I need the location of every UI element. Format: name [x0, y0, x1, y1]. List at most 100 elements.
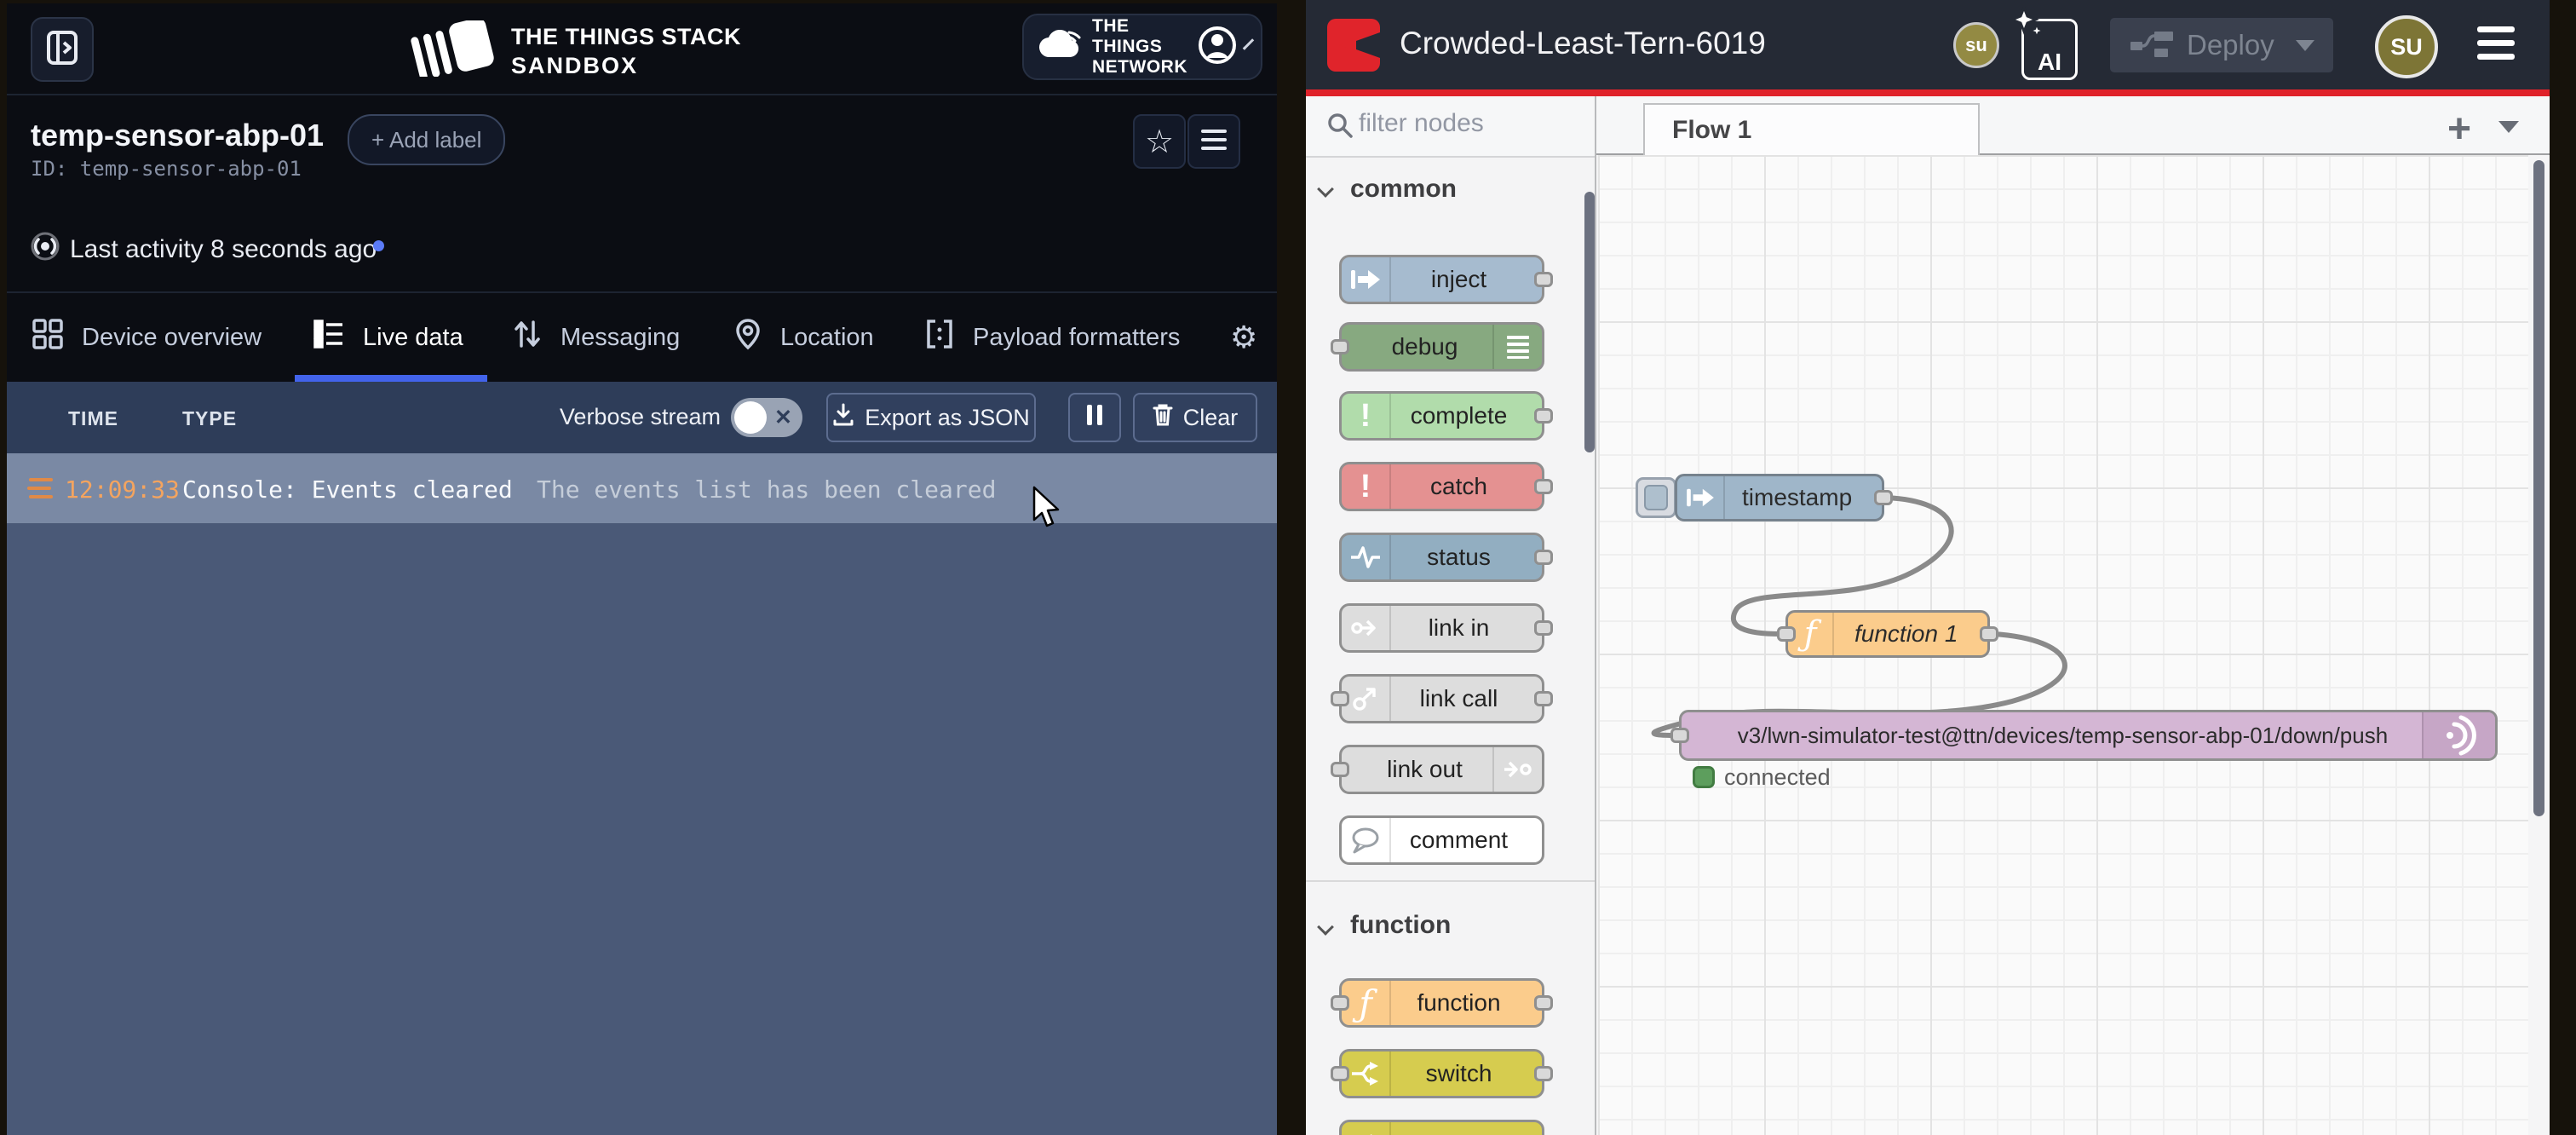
flow-node-timestamp[interactable]: timestamp — [1675, 474, 1884, 521]
tab-device-overview[interactable]: Device overview — [32, 293, 262, 382]
activity-status-dot — [373, 240, 384, 251]
sidebar-toggle-button[interactable] — [31, 17, 94, 82]
node-palette: common inject debug ! complete ! — [1306, 96, 1596, 1135]
palette-node-status[interactable]: status — [1339, 533, 1544, 582]
bookmark-button[interactable]: ☆ — [1133, 114, 1186, 169]
tab-messaging[interactable]: Messaging — [513, 293, 680, 382]
palette-node-link-call[interactable]: link call — [1339, 674, 1544, 723]
inject-icon — [1677, 476, 1725, 519]
ai-assistant-button[interactable]: AI — [2021, 19, 2078, 80]
main-menu-button[interactable] — [2477, 19, 2515, 67]
section-chevron-icon[interactable] — [1317, 919, 1334, 936]
node-port[interactable] — [1980, 626, 1998, 642]
palette-node-comment[interactable]: comment — [1339, 815, 1544, 865]
ttn-top-bar: THE THINGS STACK SANDBOX THE THINGS NETW… — [7, 3, 1277, 95]
section-chevron-icon[interactable] — [1317, 181, 1334, 198]
things-stack-logo-subtitle: SANDBOX — [511, 55, 638, 78]
flow-node-mqtt-out[interactable]: v3/lwn-simulator-test@ttn/devices/temp-s… — [1679, 710, 2498, 761]
palette-node-link-in[interactable]: link in — [1339, 603, 1544, 653]
location-pin-icon — [734, 318, 762, 357]
palette-scrollbar[interactable] — [1584, 192, 1595, 452]
palette-node-catch[interactable]: ! catch — [1339, 462, 1544, 511]
node-port[interactable] — [1534, 272, 1553, 287]
screen: THE THINGS STACK SANDBOX THE THINGS NETW… — [0, 0, 2576, 1135]
last-activity-row: Last activity 8 seconds ago — [7, 206, 1277, 293]
verbose-stream-toggle[interactable]: ✕ — [731, 398, 802, 437]
account-avatar-icon — [1198, 26, 1237, 69]
node-port[interactable] — [1534, 620, 1553, 636]
canvas-scrollbar[interactable] — [2533, 160, 2544, 816]
node-status-label: connected — [1724, 764, 1831, 791]
event-row[interactable]: 12:09:33 Console: Events cleared The eve… — [7, 453, 1277, 523]
cloud-icon — [1038, 30, 1082, 65]
node-port[interactable] — [1331, 1066, 1349, 1081]
add-label-button[interactable]: + Add label — [348, 114, 505, 165]
inject-trigger-button[interactable] — [1636, 477, 1676, 518]
node-port[interactable] — [1534, 479, 1553, 494]
toggle-off-mark: ✕ — [774, 405, 792, 430]
add-flow-button[interactable]: + — [2447, 106, 2471, 153]
live-data-list-icon — [313, 320, 344, 355]
pause-stream-button[interactable] — [1068, 393, 1121, 442]
live-activity-icon — [29, 230, 61, 267]
tab-location[interactable]: Location — [734, 293, 874, 382]
overview-grid-icon — [32, 319, 63, 356]
network-account-button[interactable]: THE THINGS NETWORK — [1022, 14, 1262, 80]
node-port[interactable] — [1331, 339, 1349, 354]
palette-search[interactable] — [1306, 96, 1595, 158]
palette-section-common[interactable]: common — [1350, 175, 1457, 204]
deploy-options-caret[interactable] — [2296, 40, 2314, 51]
node-port[interactable] — [1777, 626, 1796, 642]
column-header-type: TYPE — [182, 407, 237, 430]
device-id: ID: temp-sensor-abp-01 — [31, 157, 302, 181]
flow-canvas[interactable]: timestamp ƒ function 1 v3/lwn-simulator-… — [1598, 155, 2528, 1135]
messaging-arrows-icon — [513, 319, 542, 356]
node-status-dot — [1693, 766, 1715, 788]
avatar-small[interactable]: su — [1953, 22, 1999, 68]
filter-nodes-input[interactable] — [1357, 108, 1573, 139]
node-port[interactable] — [1534, 691, 1553, 706]
node-port[interactable] — [1331, 995, 1349, 1011]
flowfuse-logo-icon[interactable] — [1327, 19, 1380, 72]
palette-node-change[interactable]: change — [1339, 1120, 1544, 1135]
mqtt-icon — [2422, 712, 2495, 758]
clear-events-button[interactable]: Clear — [1133, 393, 1257, 442]
instance-title: Crowded-Least-Tern-6019 — [1400, 26, 1766, 61]
tab-live-data[interactable]: Live data — [313, 293, 463, 382]
tab-payload-formatters[interactable]: Payload formatters — [925, 293, 1180, 382]
palette-node-inject[interactable]: inject — [1339, 255, 1544, 304]
node-port[interactable] — [1874, 490, 1893, 505]
live-data-toolbar: TIME TYPE Verbose stream ✕ Export as JSO… — [7, 382, 1277, 453]
things-stack-logo-icon — [409, 20, 503, 81]
wires — [1598, 155, 2528, 1135]
node-port[interactable] — [1670, 728, 1689, 743]
sparkle-icon — [2010, 6, 2044, 48]
device-menu-button[interactable] — [1187, 114, 1240, 169]
palette-node-function[interactable]: ƒ function — [1339, 978, 1544, 1028]
node-port[interactable] — [1534, 550, 1553, 565]
deploy-button[interactable]: Deploy — [2110, 18, 2333, 72]
node-label: v3/lwn-simulator-test@ttn/devices/temp-s… — [1716, 712, 2410, 758]
node-port[interactable] — [1331, 762, 1349, 777]
tab-flow-1[interactable]: Flow 1 — [1643, 103, 1980, 157]
palette-section-function[interactable]: function — [1350, 911, 1451, 940]
network-label: THE THINGS NETWORK — [1092, 16, 1187, 78]
palette-node-debug[interactable]: debug — [1339, 322, 1544, 372]
palette-node-switch[interactable]: switch — [1339, 1049, 1544, 1098]
flow-list-button[interactable] — [2498, 121, 2519, 133]
node-port[interactable] — [1534, 408, 1553, 423]
node-label: timestamp — [1742, 476, 1852, 519]
last-activity-text: Last activity 8 seconds ago — [70, 235, 377, 264]
node-port[interactable] — [1331, 691, 1349, 706]
node-port[interactable] — [1534, 1066, 1553, 1081]
chevron-down-icon — [1243, 38, 1254, 49]
flow-node-function-1[interactable]: ƒ function 1 — [1785, 610, 1990, 658]
node-port[interactable] — [1534, 995, 1553, 1011]
palette-divider — [1306, 880, 1596, 882]
page-title: temp-sensor-abp-01 — [31, 118, 324, 153]
device-settings-button[interactable]: ⚙ — [1230, 293, 1257, 382]
export-json-button[interactable]: Export as JSON — [826, 393, 1036, 442]
avatar-large[interactable]: SU — [2375, 15, 2438, 78]
palette-node-complete[interactable]: ! complete — [1339, 391, 1544, 441]
palette-node-link-out[interactable]: link out — [1339, 745, 1544, 794]
